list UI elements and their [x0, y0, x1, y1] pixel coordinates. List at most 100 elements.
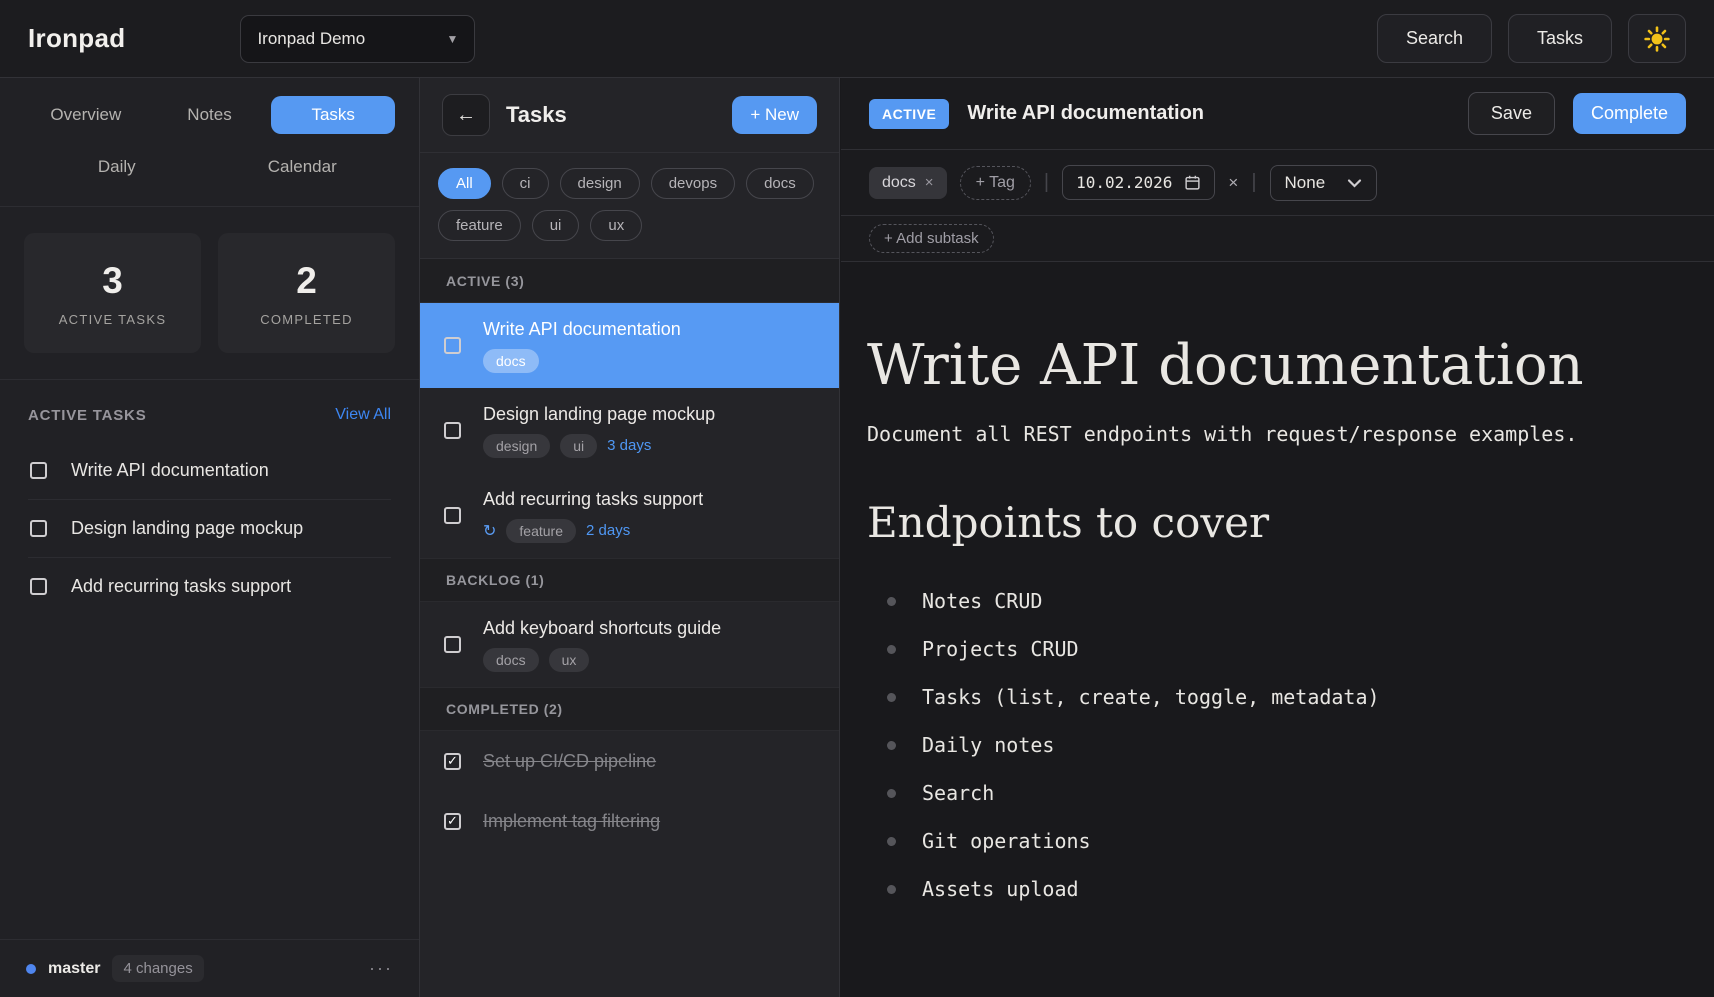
- list-item-label: Write API documentation: [71, 460, 269, 481]
- list-item: Notes CRUD: [867, 577, 1674, 625]
- tag-badge: ui: [560, 434, 597, 458]
- sidebar-tab-daily[interactable]: Daily: [24, 148, 210, 186]
- subtask-row: + Add subtask: [841, 216, 1714, 262]
- sidebar-tab-calendar[interactable]: Calendar: [210, 148, 396, 186]
- active-tasks-section: ACTIVE TASKS View All Write API document…: [0, 380, 419, 939]
- sidebar-tab-notes[interactable]: Notes: [148, 96, 272, 134]
- checkbox-unchecked[interactable]: [444, 507, 461, 524]
- task-row[interactable]: ✓ Implement tag filtering: [420, 791, 839, 851]
- filter-pill-ux[interactable]: ux: [590, 210, 642, 241]
- document-editor[interactable]: Write API documentation Document all RES…: [841, 262, 1714, 997]
- sidebar-tab-tasks[interactable]: Tasks: [271, 96, 395, 134]
- stat-value: 2: [296, 260, 317, 302]
- list-item[interactable]: Design landing page mockup: [28, 500, 391, 558]
- bullet-text: Assets upload: [922, 877, 1079, 901]
- priority-select[interactable]: None: [1270, 165, 1378, 201]
- task-row[interactable]: Add recurring tasks support ↻ feature 2 …: [420, 473, 839, 558]
- checkbox-unchecked[interactable]: [30, 578, 47, 595]
- view-all-link[interactable]: View All: [335, 406, 391, 424]
- checkbox-unchecked[interactable]: [30, 520, 47, 537]
- filter-pill-ui[interactable]: ui: [532, 210, 580, 241]
- task-row[interactable]: Add keyboard shortcuts guide docs ux: [420, 602, 839, 687]
- new-task-button[interactable]: + New: [732, 96, 817, 134]
- task-title: Implement tag filtering: [483, 811, 660, 832]
- bullet-icon: [887, 741, 896, 750]
- app-logo: Ironpad: [28, 23, 125, 54]
- sidebar-tab-overview[interactable]: Overview: [24, 96, 148, 134]
- due-label: 3 days: [607, 437, 651, 454]
- save-button[interactable]: Save: [1468, 92, 1555, 135]
- task-row[interactable]: Write API documentation docs: [420, 303, 839, 388]
- meta-separator: |: [1251, 171, 1256, 194]
- checkbox-unchecked[interactable]: [444, 337, 461, 354]
- task-title: Design landing page mockup: [483, 404, 715, 425]
- filter-pill-feature[interactable]: feature: [438, 210, 521, 241]
- due-date-input[interactable]: 10.02.2026: [1062, 165, 1215, 200]
- stat-card-completed: 2 COMPLETED: [218, 233, 395, 353]
- list-item: Git operations: [867, 817, 1674, 865]
- document-bullet-list: Notes CRUD Projects CRUD Tasks (list, cr…: [867, 577, 1674, 913]
- bullet-icon: [887, 645, 896, 654]
- task-row[interactable]: Design landing page mockup design ui 3 d…: [420, 388, 839, 473]
- checkbox-unchecked[interactable]: [444, 422, 461, 439]
- task-title: Set up CI/CD pipeline: [483, 751, 656, 772]
- active-tasks-heading: ACTIVE TASKS: [28, 407, 147, 424]
- back-button[interactable]: ←: [442, 94, 490, 136]
- tag-filters: All ci design devops docs feature ui ux: [420, 153, 839, 259]
- filter-pill-devops[interactable]: devops: [651, 168, 735, 199]
- checkbox-unchecked[interactable]: [30, 462, 47, 479]
- remove-tag-icon[interactable]: ×: [925, 174, 934, 191]
- list-item[interactable]: Add recurring tasks support: [28, 558, 391, 615]
- priority-select-value: None: [1285, 173, 1326, 193]
- checkbox-unchecked[interactable]: [444, 636, 461, 653]
- tag-chip-docs[interactable]: docs ×: [869, 167, 947, 199]
- task-row[interactable]: ✓ Set up CI/CD pipeline: [420, 731, 839, 791]
- git-status-bar: master 4 changes ···: [0, 939, 419, 997]
- list-item: Projects CRUD: [867, 625, 1674, 673]
- search-button[interactable]: Search: [1377, 14, 1492, 63]
- task-title: Add keyboard shortcuts guide: [483, 618, 721, 639]
- stat-label: ACTIVE TASKS: [59, 312, 167, 327]
- list-item[interactable]: Write API documentation: [28, 442, 391, 500]
- meta-separator: |: [1044, 171, 1049, 194]
- checkbox-checked[interactable]: ✓: [444, 753, 461, 770]
- bullet-icon: [887, 885, 896, 894]
- bullet-text: Daily notes: [922, 733, 1054, 757]
- tasks-button[interactable]: Tasks: [1508, 14, 1612, 63]
- filter-pill-ci[interactable]: ci: [502, 168, 549, 199]
- tag-chip-label: docs: [882, 174, 916, 192]
- add-tag-button[interactable]: + Tag: [960, 166, 1031, 200]
- stat-label: COMPLETED: [260, 312, 353, 327]
- theme-toggle-button[interactable]: [1628, 14, 1686, 63]
- bullet-text: Git operations: [922, 829, 1091, 853]
- tag-badge: ux: [549, 648, 590, 672]
- list-item-label: Add recurring tasks support: [71, 576, 291, 597]
- project-select[interactable]: Ironpad Demo ▼: [240, 15, 475, 63]
- list-item: Daily notes: [867, 721, 1674, 769]
- bullet-icon: [887, 837, 896, 846]
- changes-badge: 4 changes: [112, 955, 203, 982]
- task-list-panel: ← Tasks + New All ci design devops docs …: [420, 78, 840, 997]
- more-options-icon[interactable]: ···: [369, 958, 393, 979]
- detail-header: ACTIVE Write API documentation Save Comp…: [841, 78, 1714, 150]
- project-select-value: Ironpad Demo: [257, 29, 365, 49]
- bullet-icon: [887, 597, 896, 606]
- tag-badge: docs: [483, 648, 539, 672]
- filter-pill-all[interactable]: All: [438, 168, 491, 199]
- clear-date-icon[interactable]: ×: [1228, 173, 1238, 193]
- stat-value: 3: [102, 260, 123, 302]
- bullet-text: Search: [922, 781, 994, 805]
- calendar-icon[interactable]: [1184, 174, 1201, 191]
- due-date-value: 10.02.2026: [1076, 173, 1172, 192]
- sidebar-tabs: Overview Notes Tasks Daily Calendar: [0, 78, 419, 207]
- branch-name: master: [48, 960, 100, 978]
- document-title: Write API documentation: [867, 334, 1674, 398]
- detail-title: Write API documentation: [967, 102, 1204, 125]
- due-label: 2 days: [586, 522, 630, 539]
- arrow-left-icon: ←: [456, 104, 476, 127]
- complete-button[interactable]: Complete: [1573, 93, 1686, 134]
- filter-pill-design[interactable]: design: [560, 168, 640, 199]
- filter-pill-docs[interactable]: docs: [746, 168, 814, 199]
- checkbox-checked[interactable]: ✓: [444, 813, 461, 830]
- add-subtask-button[interactable]: + Add subtask: [869, 224, 994, 253]
